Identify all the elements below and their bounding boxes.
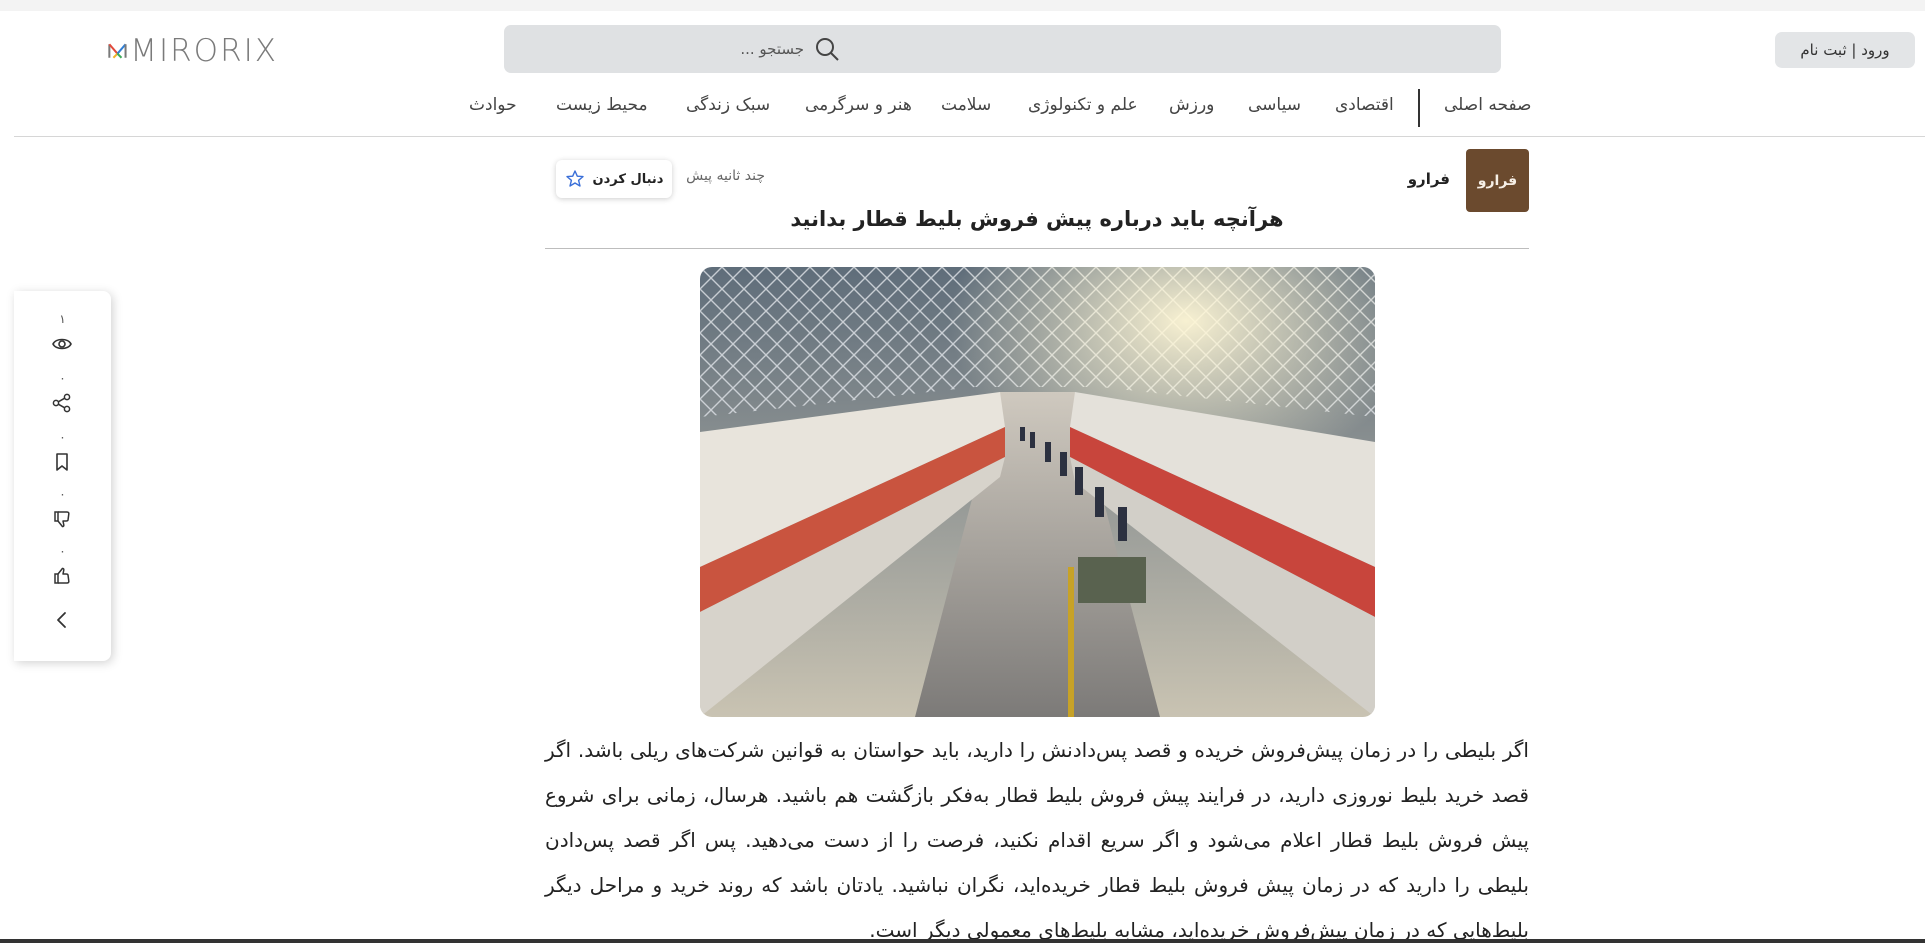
article-title: هرآنچه باید درباره پیش فروش بلیط قطار بد… bbox=[790, 207, 1284, 231]
source-avatar[interactable]: فرارو bbox=[1466, 149, 1529, 212]
logo-text: MIRORIX bbox=[130, 33, 278, 69]
nav-item-science-tech[interactable]: علم و تکنولوژی bbox=[1028, 95, 1138, 115]
bookmark-icon[interactable] bbox=[51, 451, 73, 473]
search-bar[interactable] bbox=[504, 25, 1501, 73]
views-count: ۱ bbox=[59, 312, 66, 326]
nav-item-economy[interactable]: اقتصادی bbox=[1335, 95, 1394, 115]
chevron-left-icon[interactable] bbox=[51, 609, 73, 631]
search-icon[interactable] bbox=[814, 36, 840, 62]
nav-item-politics[interactable]: سیاسی bbox=[1248, 95, 1301, 115]
thumbs-down-icon[interactable] bbox=[51, 508, 73, 530]
train-station-photo bbox=[700, 267, 1375, 717]
title-divider bbox=[545, 248, 1529, 249]
shares-count: ۰ bbox=[59, 371, 66, 385]
article-actions-panel: ۱ ۰ ۰ ۰ ۰ bbox=[14, 291, 111, 661]
bookmarks-count: ۰ bbox=[59, 430, 66, 444]
nav-item-environment[interactable]: محیط زیست bbox=[556, 95, 648, 115]
main-nav: صفحه اصلی اقتصادی سیاسی ورزش علم و تکنول… bbox=[14, 83, 1925, 133]
login-register-button[interactable]: ورود | ثبت نام bbox=[1775, 32, 1915, 68]
publish-time: چند ثانیه پیش bbox=[686, 168, 765, 184]
nav-item-home[interactable]: صفحه اصلی bbox=[1444, 95, 1531, 115]
thumbs-up-icon[interactable] bbox=[51, 565, 73, 587]
follow-label: دنبال کردن bbox=[592, 171, 664, 187]
nav-divider bbox=[1418, 89, 1420, 127]
nav-item-sports[interactable]: ورزش bbox=[1169, 95, 1214, 115]
share-icon[interactable] bbox=[51, 392, 73, 414]
search-input[interactable] bbox=[504, 40, 804, 58]
nav-item-incidents[interactable]: حوادث bbox=[469, 95, 517, 115]
article-body: اگر بلیطی را در زمان پیش‌فروش خریده و قص… bbox=[545, 738, 1529, 942]
eye-icon bbox=[52, 338, 72, 350]
likes-count: ۰ bbox=[59, 544, 66, 558]
star-icon bbox=[565, 170, 584, 187]
nav-item-lifestyle[interactable]: سبک زندگی bbox=[686, 95, 770, 115]
nav-item-health[interactable]: سلامت bbox=[941, 95, 991, 115]
source-name[interactable]: فرارو bbox=[1380, 170, 1450, 188]
logo-mark-icon bbox=[108, 43, 127, 59]
follow-button[interactable]: دنبال کردن bbox=[556, 160, 672, 198]
article-hero-image bbox=[700, 267, 1375, 717]
source-logo-text: فرارو bbox=[1477, 172, 1518, 189]
nav-item-art-entertainment[interactable]: هنر و سرگرمی bbox=[805, 95, 912, 115]
site-logo[interactable]: MIRORIX bbox=[108, 33, 278, 69]
site-header: MIRORIX ورود | ثبت نام صفحه اصلی اقتصادی… bbox=[14, 11, 1925, 137]
bottom-edge bbox=[0, 939, 1925, 943]
dislikes-count: ۰ bbox=[59, 487, 66, 501]
browser-top-strip bbox=[0, 0, 1925, 11]
